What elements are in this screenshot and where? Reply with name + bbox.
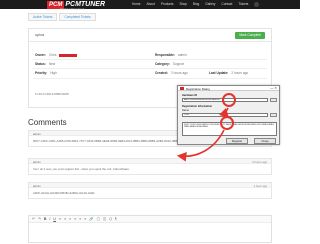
comment-time: 2 hours ago [252,159,267,164]
last-update-label: Last Update: [209,71,229,75]
comment-body: Yes I do it now, you must register this … [33,167,130,171]
image-icon[interactable]: ▢ [97,217,100,221]
nav-item-shop[interactable]: Shop [179,1,186,8]
comment-item: admin 1 hour ago A4DF-GFHH-HH438-0052B-H… [28,182,272,199]
dialog-title: Registration Dialog [186,86,210,91]
comment-item: admin 2 hours ago Yes I do it now, you m… [28,158,272,175]
align-right-icon[interactable]: ≡ [69,217,71,221]
created-row: Created: 2 hours ago [155,71,188,75]
tab-completed-tickets[interactable]: Completed Tickets [59,13,96,21]
category-row: Category: Support [155,62,184,66]
justify-icon[interactable]: ≡ [74,217,76,221]
responsible-row: Responsible: admin [155,53,187,57]
priority-label: Priority: [35,71,48,75]
comments-heading: Comments [28,118,67,127]
last-update-value: 2 hours ago [231,71,249,75]
table-icon[interactable]: ◫ [103,217,106,221]
undo-icon[interactable]: ↶ [32,217,35,221]
redacted-bar [59,53,78,57]
align-center-icon[interactable]: ≡ [64,217,66,221]
app-icon [180,87,184,90]
ticket-title: uploa [35,33,45,37]
comment-header: admin 1 hour ago [29,183,271,188]
register-button[interactable]: Register [226,138,248,144]
highlight-circle [220,116,234,130]
code-icon[interactable]: ⟨⟩ [109,217,112,221]
nav-item-home[interactable]: Home [132,1,141,8]
comment-time: 1 hour ago [253,183,267,188]
comment-body: A4DF-GFHH-HH438-0052B-HH4DH-HH4H-HH4L [33,191,95,195]
priority-value: High [50,71,57,75]
align-left-icon[interactable]: ≡ [59,217,61,221]
responsible-label: Responsible: [155,53,176,57]
dialog-titlebar[interactable]: Registration Dialog — ✕ [178,86,279,91]
last-update-row: Last Update: 2 hours ago [209,71,248,75]
ticket-tabs: Active Tickets Completed Tickets [28,13,96,21]
status-value: New [48,62,56,66]
comment-editor[interactable]: ↶ ↷ B I U ≡ ≡ ≡ ≡ ≡ ≡ 🔗 ▢ ◫ ⟨⟩ ¶ [28,215,272,243]
nav-item-gallery[interactable]: Gallery [205,1,215,8]
responsible-value: admin [178,53,187,57]
owner-value: Chris [48,53,57,57]
priority-row: Priority: High [35,71,57,75]
comment-author[interactable]: admin [33,160,41,164]
comment-author[interactable]: admin [33,132,41,136]
status-label: Status: [35,62,46,66]
owner-row: Owner: Chris [35,53,78,57]
hardware-id-label: Hardware ID [182,94,198,97]
main-nav: Home About Products Shop Blog Gallery Co… [132,1,260,8]
divider [33,68,267,69]
registration-info-label: Registration Information [182,105,213,108]
bullet-list-icon[interactable]: ≡ [79,217,81,221]
link-icon[interactable]: 🔗 [89,217,93,221]
divider [33,59,267,60]
comment-author[interactable]: admin [33,184,41,188]
copy-button[interactable] [270,98,277,102]
paragraph-icon[interactable]: ¶ [115,217,117,221]
created-value: 2 hours ago [170,71,188,75]
ticket-header: uploa Mark Complete [29,29,271,42]
number-list-icon[interactable]: ≡ [84,217,86,221]
divider [33,78,267,79]
italic-button[interactable]: I [49,217,50,221]
redo-icon[interactable]: ↷ [38,217,41,221]
highlight-circle [222,93,236,107]
nav-item-contact[interactable]: Contact [221,1,232,8]
created-label: Created: [155,71,168,75]
avatar[interactable] [254,2,260,7]
nav-item-products[interactable]: Products [161,1,174,8]
nav-item-about[interactable]: About [147,1,155,8]
owner-label: Owner: [35,53,46,57]
site-header: PCM PCMTUNER Home About Products Shop Bl… [0,0,300,9]
ticket-description: 1CF0-F1D8-4A5B8-0E58 [35,92,69,96]
logo-subtitle: PERFORMANCE [60,8,85,11]
mark-complete-button[interactable]: Mark Complete [235,32,265,39]
underline-button[interactable]: U [53,217,56,221]
bold-button[interactable]: B [44,217,47,221]
nav-item-tickets[interactable]: Tickets [238,1,248,8]
category-label: Category: [155,62,170,66]
tab-active-tickets[interactable]: Active Tickets [28,13,58,21]
status-row: Status: New [35,62,55,66]
comment-header: admin 2 hours ago [29,159,271,164]
window-controls[interactable]: — ✕ [270,86,277,90]
editor-toolbar: ↶ ↷ B I U ≡ ≡ ≡ ≡ ≡ ≡ 🔗 ▢ ◫ ⟨⟩ ¶ [29,216,271,223]
name-label: Name [182,109,189,112]
close-button[interactable]: Close [254,138,276,144]
paste-button[interactable] [270,113,277,117]
nav-item-blog[interactable]: Blog [193,1,199,8]
category-value: Support [172,62,185,66]
